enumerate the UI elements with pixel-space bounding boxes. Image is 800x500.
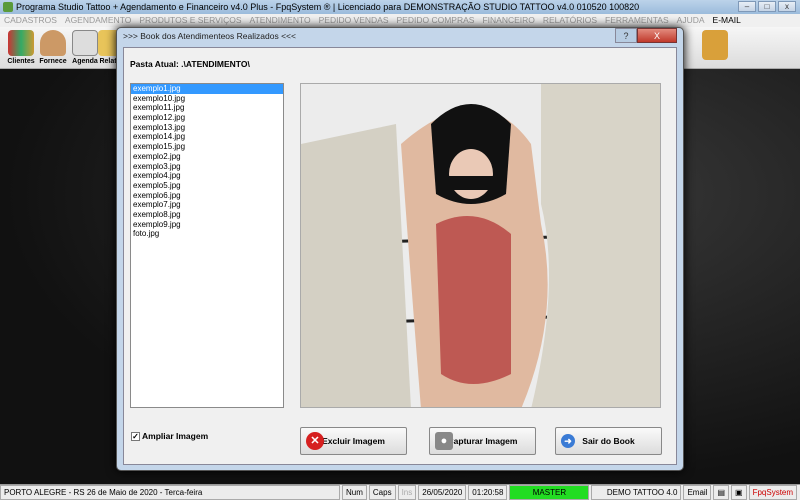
file-list-item[interactable]: exemplo2.jpg bbox=[131, 152, 283, 162]
status-time: 01:20:58 bbox=[468, 485, 508, 500]
ampliar-label: Ampliar Imagem bbox=[142, 431, 209, 441]
menu-item[interactable]: FERRAMENTAS bbox=[605, 14, 669, 27]
excluir-imagem-button[interactable]: ✕ Excluir Imagem bbox=[300, 427, 407, 455]
agenda-button[interactable]: Agenda bbox=[68, 30, 102, 66]
clientes-label: Clientes bbox=[7, 58, 35, 65]
menu-item[interactable]: PRODUTOS E SERVIÇOS bbox=[139, 14, 241, 27]
app-icon bbox=[3, 2, 13, 12]
checkbox-check-icon: ✓ bbox=[131, 431, 140, 441]
status-caps: Caps bbox=[368, 485, 396, 500]
minimize-button[interactable]: – bbox=[738, 1, 756, 12]
menu-item[interactable]: CADASTROS bbox=[4, 14, 57, 27]
webcam-icon: ● bbox=[435, 432, 453, 450]
title-bar: Programa Studio Tattoo + Agendamento e F… bbox=[0, 0, 800, 14]
file-list-item[interactable]: exemplo8.jpg bbox=[131, 210, 283, 220]
maximize-button[interactable]: □ bbox=[758, 1, 776, 12]
menu-item[interactable]: ATENDIMENTO bbox=[250, 14, 311, 27]
supplier-icon bbox=[40, 30, 66, 56]
file-list-item[interactable]: exemplo12.jpg bbox=[131, 113, 283, 123]
clientes-button[interactable]: Clientes bbox=[4, 30, 38, 66]
file-list-item[interactable]: exemplo13.jpg bbox=[131, 123, 283, 133]
relat-button[interactable]: Relat bbox=[98, 30, 118, 66]
status-email[interactable]: Email bbox=[683, 485, 712, 500]
ampliar-imagem-checkbox[interactable]: ✓ Ampliar Imagem bbox=[131, 431, 208, 441]
capturar-label: Capturar Imagem bbox=[447, 436, 518, 446]
window-title: Programa Studio Tattoo + Agendamento e F… bbox=[16, 2, 640, 12]
menu-item[interactable]: E-MAIL bbox=[713, 14, 741, 27]
calendar-icon bbox=[72, 30, 98, 56]
help-button[interactable]: ? bbox=[615, 28, 637, 43]
relat-label: Relat bbox=[99, 58, 117, 65]
capturar-imagem-button[interactable]: ● Capturar Imagem bbox=[429, 427, 536, 455]
file-list-item[interactable]: exemplo9.jpg bbox=[131, 220, 283, 230]
file-list-item[interactable]: exemplo10.jpg bbox=[131, 94, 283, 104]
menu-item[interactable]: RELATÓRIOS bbox=[543, 14, 597, 27]
printer-icon[interactable]: ▤ bbox=[713, 485, 730, 500]
sair-label: Sair do Book bbox=[582, 436, 635, 446]
delete-x-icon: ✕ bbox=[306, 432, 324, 450]
menu-item[interactable]: PEDIDO VENDAS bbox=[319, 14, 389, 27]
status-location: PORTO ALEGRE - RS 26 de Maio de 2020 - T… bbox=[0, 485, 340, 500]
arrow-right-icon: ➜ bbox=[561, 434, 575, 448]
tattoo-image-preview bbox=[300, 83, 661, 408]
fornece-label: Fornece bbox=[39, 58, 67, 65]
menu-item[interactable]: FINANCEIRO bbox=[482, 14, 534, 27]
file-list-item[interactable]: exemplo7.jpg bbox=[131, 200, 283, 210]
monitor-icon[interactable]: ▣ bbox=[731, 485, 747, 500]
exit-door-icon bbox=[702, 30, 728, 60]
status-date: 26/05/2020 bbox=[418, 485, 467, 500]
report-icon bbox=[98, 30, 118, 56]
status-brand[interactable]: FpqSystem bbox=[748, 485, 798, 500]
file-list-item[interactable]: exemplo14.jpg bbox=[131, 132, 283, 142]
fornece-button[interactable]: Fornece bbox=[36, 30, 70, 66]
status-num: Num bbox=[342, 485, 367, 500]
file-list-item[interactable]: exemplo1.jpg bbox=[131, 84, 283, 94]
file-list-item[interactable]: foto.jpg bbox=[131, 229, 283, 239]
status-demo: DEMO TATTOO 4.0 bbox=[591, 485, 682, 500]
status-user: MASTER bbox=[509, 485, 590, 500]
file-list-item[interactable]: exemplo3.jpg bbox=[131, 162, 283, 172]
file-list-item[interactable]: exemplo6.jpg bbox=[131, 191, 283, 201]
file-list-item[interactable]: exemplo5.jpg bbox=[131, 181, 283, 191]
sair-do-book-button[interactable]: ➜ Sair do Book bbox=[555, 427, 662, 455]
close-window-button[interactable]: x bbox=[778, 1, 796, 12]
status-bar: PORTO ALEGRE - RS 26 de Maio de 2020 - T… bbox=[0, 484, 800, 500]
dialog-title: >>> Book dos Atendimenteos Realizados <<… bbox=[123, 31, 296, 41]
file-list[interactable]: exemplo1.jpg exemplo10.jpg exemplo11.jpg ex… bbox=[130, 83, 284, 408]
status-ins: Ins bbox=[397, 485, 417, 500]
menu-item[interactable]: AJUDA bbox=[677, 14, 705, 27]
menu-item[interactable]: AGENDAMENTO bbox=[65, 14, 131, 27]
menu-item[interactable]: PEDIDO COMPRAS bbox=[397, 14, 475, 27]
agenda-label: Agenda bbox=[72, 58, 98, 65]
excluir-label: Excluir Imagem bbox=[322, 436, 385, 446]
clients-icon bbox=[8, 30, 34, 56]
file-list-item[interactable]: exemplo15.jpg bbox=[131, 142, 283, 152]
exit-button[interactable] bbox=[698, 30, 732, 66]
file-list-item[interactable]: exemplo11.jpg bbox=[131, 103, 283, 113]
menu-bar: CADASTROS AGENDAMENTO PRODUTOS E SERVIÇOS A… bbox=[0, 14, 800, 27]
file-list-item[interactable]: exemplo4.jpg bbox=[131, 171, 283, 181]
current-folder-label: Pasta Atual: .\ATENDIMENTO\ bbox=[130, 59, 250, 69]
close-dialog-button[interactable]: X bbox=[637, 28, 677, 43]
book-dialog: >>> Book dos Atendimenteos Realizados <<… bbox=[116, 27, 684, 471]
